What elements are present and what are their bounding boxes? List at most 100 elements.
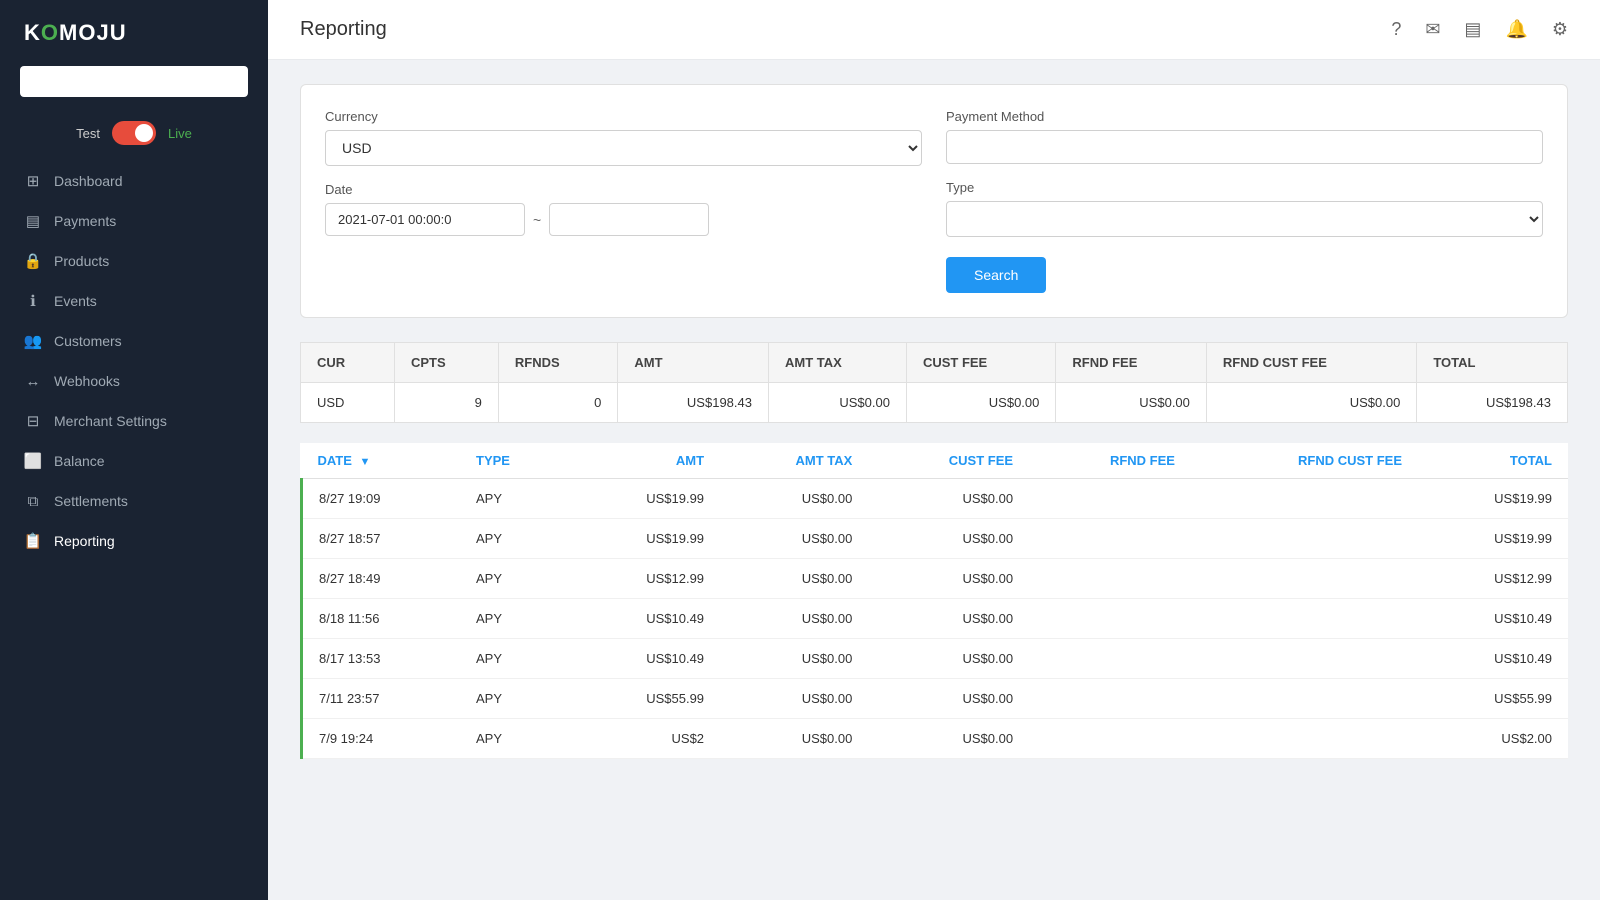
col-rfnd-fee[interactable]: RFND FEE (1029, 443, 1191, 479)
col-amt-tax[interactable]: AMT TAX (720, 443, 868, 479)
search-button[interactable]: Search (946, 257, 1046, 293)
table-row: 8/27 18:49 APY US$12.99 US$0.00 US$0.00 … (302, 559, 1569, 599)
live-label: Live (168, 126, 192, 141)
columns-icon: ⧉ (24, 492, 42, 510)
cell-amt-tax: US$0.00 (720, 599, 868, 639)
summary-cpts: 9 (394, 383, 498, 423)
summary-amt-tax: US$0.00 (768, 383, 906, 423)
date-separator: ~ (533, 212, 541, 228)
cell-date: 8/17 13:53 (302, 639, 461, 679)
cell-amt: US$19.99 (570, 519, 720, 559)
sidebar: KOMOJU Test Live ⊞ Dashboard ▤ Payments … (0, 0, 268, 900)
cell-amt: US$55.99 (570, 679, 720, 719)
toggle-switch[interactable] (112, 121, 156, 145)
table-row: 8/17 13:53 APY US$10.49 US$0.00 US$0.00 … (302, 639, 1569, 679)
cell-cust-fee: US$0.00 (868, 479, 1029, 519)
cell-type: APY (460, 719, 570, 759)
document-icon[interactable]: ▤ (1464, 19, 1481, 40)
sidebar-item-merchant-settings[interactable]: ⊟ Merchant Settings (0, 401, 268, 441)
cell-type: APY (460, 599, 570, 639)
cell-type: APY (460, 679, 570, 719)
cell-cust-fee: US$0.00 (868, 599, 1029, 639)
cell-type: APY (460, 519, 570, 559)
cell-total: US$10.49 (1418, 639, 1568, 679)
logo-text: KOMOJU (24, 20, 127, 46)
sidebar-item-dashboard[interactable]: ⊞ Dashboard (0, 161, 268, 201)
filter-card: Currency USD Date ~ (300, 84, 1568, 318)
sidebar-search-input[interactable] (20, 66, 248, 97)
cell-total: US$55.99 (1418, 679, 1568, 719)
summary-cur: USD (301, 383, 395, 423)
table-row: 8/27 18:57 APY US$19.99 US$0.00 US$0.00 … (302, 519, 1569, 559)
cell-amt-tax: US$0.00 (720, 679, 868, 719)
col-type[interactable]: TYPE (460, 443, 570, 479)
summary-amt: US$198.43 (618, 383, 769, 423)
info-icon: ℹ (24, 292, 42, 310)
sidebar-search-container (0, 66, 268, 113)
summary-cust-fee: US$0.00 (906, 383, 1055, 423)
cell-rfnd-cust-fee (1191, 519, 1418, 559)
cell-amt-tax: US$0.00 (720, 639, 868, 679)
cell-rfnd-cust-fee (1191, 599, 1418, 639)
cell-cust-fee: US$0.00 (868, 559, 1029, 599)
col-total[interactable]: TOTAL (1418, 443, 1568, 479)
type-group: Type (946, 180, 1543, 237)
summary-rfnd-cust-fee: US$0.00 (1206, 383, 1416, 423)
help-icon[interactable]: ? (1391, 19, 1401, 40)
cell-date: 8/27 18:57 (302, 519, 461, 559)
payment-method-input[interactable] (946, 130, 1543, 164)
date-from-input[interactable] (325, 203, 525, 236)
mail-icon[interactable]: ✉ (1425, 19, 1440, 40)
cell-date: 8/27 18:49 (302, 559, 461, 599)
sidebar-item-customers[interactable]: 👥 Customers (0, 321, 268, 361)
cell-type: APY (460, 559, 570, 599)
currency-group: Currency USD (325, 109, 922, 166)
cell-rfnd-cust-fee (1191, 479, 1418, 519)
currency-select[interactable]: USD (325, 130, 922, 166)
test-label: Test (76, 126, 100, 141)
sidebar-item-balance[interactable]: ⬜ Balance (0, 441, 268, 481)
col-cust-fee[interactable]: CUST FEE (868, 443, 1029, 479)
bell-icon[interactable]: 🔔 (1505, 19, 1527, 40)
cell-cust-fee: US$0.00 (868, 679, 1029, 719)
sidebar-item-reporting[interactable]: 📋 Reporting (0, 521, 268, 561)
cell-rfnd-cust-fee (1191, 559, 1418, 599)
cell-amt: US$2 (570, 719, 720, 759)
payment-method-group: Payment Method (946, 109, 1543, 164)
cell-total: US$19.99 (1418, 519, 1568, 559)
gear-icon[interactable]: ⚙ (1552, 19, 1568, 40)
cell-rfnd-fee (1029, 479, 1191, 519)
cell-total: US$2.00 (1418, 719, 1568, 759)
filter-grid: Currency USD Date ~ (325, 109, 1543, 293)
sidebar-item-payments[interactable]: ▤ Payments (0, 201, 268, 241)
cell-rfnd-fee (1029, 679, 1191, 719)
cell-total: US$19.99 (1418, 479, 1568, 519)
cell-cust-fee: US$0.00 (868, 719, 1029, 759)
cell-total: US$12.99 (1418, 559, 1568, 599)
cell-rfnd-cust-fee (1191, 639, 1418, 679)
cell-rfnd-fee (1029, 519, 1191, 559)
sidebar-item-events[interactable]: ℹ Events (0, 281, 268, 321)
summary-col-rfndcustfee: RFND CUST FEE (1206, 343, 1416, 383)
type-select[interactable] (946, 201, 1543, 237)
sidebar-item-settlements[interactable]: ⧉ Settlements (0, 481, 268, 521)
col-rfnd-cust-fee[interactable]: RFND CUST FEE (1191, 443, 1418, 479)
cell-rfnd-cust-fee (1191, 679, 1418, 719)
cell-amt-tax: US$0.00 (720, 719, 868, 759)
sidebar-item-webhooks[interactable]: ↔ Webhooks (0, 361, 268, 401)
arrow-icon: ↔ (24, 372, 42, 390)
doc-icon: 📋 (24, 532, 42, 550)
summary-table: CUR CPTS RFNDS AMT AMT TAX CUST FEE RFND… (300, 342, 1568, 423)
date-to-input[interactable] (549, 203, 709, 236)
cell-type: APY (460, 479, 570, 519)
col-date[interactable]: DATE ▼ (302, 443, 461, 479)
sidebar-item-products[interactable]: 🔒 Products (0, 241, 268, 281)
cell-date: 8/27 19:09 (302, 479, 461, 519)
environment-toggle: Test Live (0, 113, 268, 161)
cell-amt: US$19.99 (570, 479, 720, 519)
table-row: 8/18 11:56 APY US$10.49 US$0.00 US$0.00 … (302, 599, 1569, 639)
sidebar-item-label: Customers (54, 333, 122, 349)
date-label: Date (325, 182, 922, 197)
sidebar-item-label: Events (54, 293, 97, 309)
col-amt[interactable]: AMT (570, 443, 720, 479)
